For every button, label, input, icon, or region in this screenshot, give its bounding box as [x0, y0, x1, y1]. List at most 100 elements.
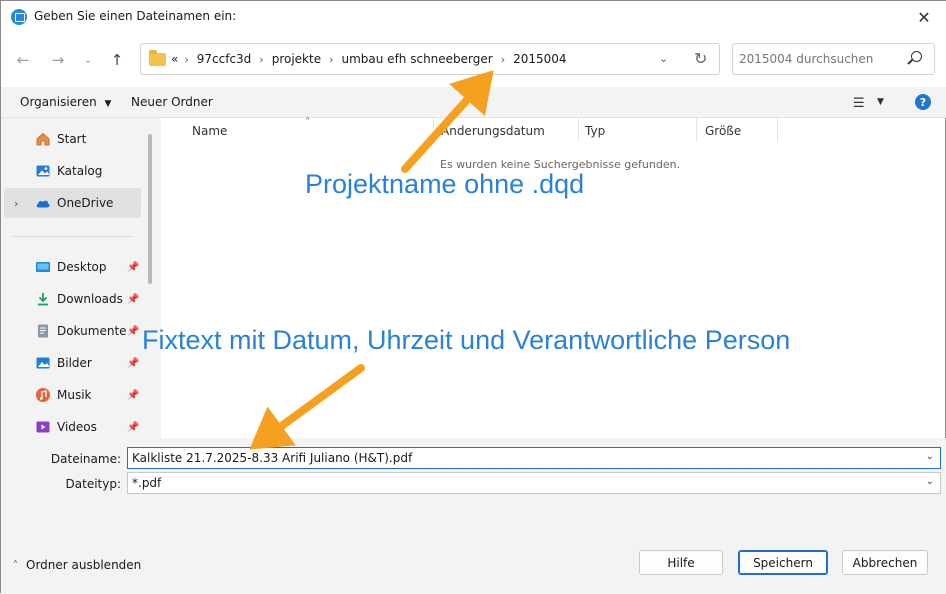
videos-icon [36, 421, 50, 433]
pin-icon[interactable]: 📌 [127, 358, 139, 369]
column-divider[interactable] [696, 118, 697, 142]
filename-field[interactable]: ⌄ [127, 447, 941, 469]
filetype-select[interactable]: *.pdf ⌄ [127, 472, 941, 494]
view-options-icon[interactable]: ☰ [853, 96, 865, 111]
sidebar-divider [13, 236, 133, 237]
chevron-up-icon: ˄ [13, 559, 18, 571]
breadcrumb: « › 97ccfc3d › projekte › umbau efh schn… [171, 52, 567, 66]
window-title: Geben Sie einen Dateinamen ein: [34, 9, 237, 23]
file-list: Name ˄ Änderungsdatum Typ Größe Es wurde… [161, 117, 945, 438]
forward-button[interactable]: → [45, 47, 71, 73]
annotation-project-note: Projektname ohne .dqd [305, 169, 585, 199]
hide-folders-label: Ordner ausblenden [26, 558, 142, 572]
pin-icon[interactable]: 📌 [127, 422, 139, 433]
download-icon [38, 293, 48, 306]
save-button[interactable]: Speichern [738, 550, 828, 575]
close-icon: ✕ [917, 7, 931, 27]
caret-down-icon: ▼ [104, 99, 112, 109]
column-divider[interactable] [578, 118, 579, 142]
sidebar-item-label: Bilder [57, 356, 92, 370]
chevron-down-icon[interactable]: ⌄ [926, 451, 934, 462]
sort-ascending-icon: ˄ [305, 117, 310, 128]
refresh-icon[interactable]: ↻ [694, 49, 707, 68]
hide-folders-button[interactable]: ˄ Ordner ausblenden [13, 558, 141, 572]
pin-icon[interactable]: 📌 [127, 326, 139, 337]
title-bar: Geben Sie einen Dateinamen ein: ✕ [1, 1, 946, 33]
sidebar-item-label: Downloads [57, 292, 123, 306]
search-box[interactable] [732, 43, 935, 75]
chevron-right-icon: › [500, 52, 506, 66]
filetype-value: *.pdf [132, 476, 162, 490]
chevron-down-icon[interactable]: ⌄ [926, 476, 934, 487]
home-icon [36, 132, 50, 146]
column-divider[interactable] [777, 118, 778, 142]
breadcrumb-item[interactable]: 97ccfc3d [197, 52, 252, 66]
navigation-bar: ← → ⌄ ↑ « › 97ccfc3d › projekte › umbau … [1, 33, 946, 87]
filename-label: Dateiname: [50, 452, 121, 466]
search-icon[interactable] [911, 51, 922, 62]
column-header-size[interactable]: Größe [705, 124, 741, 138]
organize-button[interactable]: Organisieren ▼ [20, 95, 111, 109]
gallery-icon [36, 165, 50, 177]
sidebar-item-label: Musik [57, 388, 92, 402]
folder-icon [149, 50, 166, 66]
save-form: Dateiname: ⌄ Dateityp: *.pdf ⌄ [1, 438, 946, 538]
column-header-type[interactable]: Typ [585, 124, 605, 138]
up-button[interactable]: ↑ [104, 47, 130, 73]
sidebar-item-dokumente[interactable]: Dokumente 📌 [4, 316, 141, 346]
sidebar-item-videos[interactable]: Videos 📌 [4, 412, 141, 438]
command-bar: Organisieren ▼ Neuer Ordner ☰ ▼ ? [1, 87, 946, 118]
back-button[interactable]: ← [10, 47, 36, 73]
sidebar-item-bilder[interactable]: Bilder 📌 [4, 348, 141, 378]
address-dropdown-icon[interactable]: ⌄ [659, 52, 668, 65]
arrow-left-icon: ← [16, 51, 30, 69]
sidebar-item-katalog[interactable]: Katalog [4, 156, 141, 186]
recent-locations-button[interactable]: ⌄ [75, 47, 101, 73]
desktop-icon [36, 262, 50, 272]
chevron-down-icon: ⌄ [83, 54, 93, 66]
organize-label: Organisieren [20, 95, 97, 109]
chevron-right-icon[interactable]: › [14, 197, 18, 210]
pin-icon[interactable]: 📌 [127, 294, 139, 305]
breadcrumb-overflow[interactable]: « [171, 52, 178, 66]
help-icon[interactable]: ? [915, 94, 931, 110]
sidebar-item-label: Katalog [57, 164, 103, 178]
sidebar-scrollbar[interactable] [148, 134, 152, 284]
filename-input[interactable] [128, 448, 908, 468]
column-header-name[interactable]: Name [192, 124, 227, 138]
breadcrumb-item[interactable]: 2015004 [513, 52, 566, 66]
sidebar-item-start[interactable]: Start [4, 124, 141, 154]
sidebar-item-downloads[interactable]: Downloads 📌 [4, 284, 141, 314]
sidebar-item-label: Desktop [57, 260, 107, 274]
documents-icon [38, 324, 48, 338]
sidebar-item-desktop[interactable]: Desktop 📌 [4, 252, 141, 282]
dialog-footer: ˄ Ordner ausblenden Hilfe Speichern Abbr… [1, 538, 946, 594]
search-input[interactable] [733, 44, 903, 74]
chevron-right-icon: › [259, 52, 264, 66]
arrow-right-icon: → [51, 51, 65, 69]
filetype-label: Dateityp: [65, 477, 121, 491]
close-button[interactable]: ✕ [901, 1, 946, 33]
pin-icon[interactable]: 📌 [127, 262, 139, 273]
app-icon [11, 9, 27, 25]
onedrive-icon [36, 200, 50, 208]
pin-icon[interactable]: 📌 [127, 390, 139, 401]
sidebar-item-label: Dokumente [57, 324, 127, 338]
breadcrumb-item[interactable]: projekte [272, 52, 321, 66]
address-bar[interactable]: « › 97ccfc3d › projekte › umbau efh schn… [140, 43, 720, 75]
breadcrumb-item[interactable]: umbau efh schneeberger [342, 52, 493, 66]
sidebar-item-musik[interactable]: Musik 📌 [4, 380, 141, 410]
sidebar-item-label: Videos [57, 420, 97, 434]
caret-down-icon[interactable]: ▼ [877, 97, 884, 107]
help-button[interactable]: Hilfe [639, 550, 723, 575]
cancel-button[interactable]: Abbrechen [842, 550, 928, 575]
sidebar-item-onedrive[interactable]: › OneDrive [4, 188, 141, 218]
music-icon [36, 388, 50, 402]
sidebar-item-label: Start [57, 132, 87, 146]
new-folder-button[interactable]: Neuer Ordner [131, 95, 213, 109]
chevron-right-icon: › [184, 52, 189, 66]
sidebar-item-label: OneDrive [57, 196, 114, 210]
navigation-pane: Start Katalog › OneDrive Desktop 📌 Downl… [1, 118, 161, 438]
column-divider[interactable] [433, 118, 434, 142]
column-header-date[interactable]: Änderungsdatum [441, 124, 545, 138]
